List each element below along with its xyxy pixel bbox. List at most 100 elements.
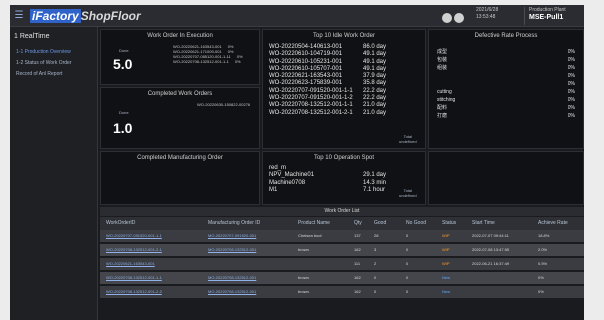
table-row[interactable]: WO-20220708-132512-001-2-1 MO-20220708-13… [100,244,584,258]
cell-product-name: Chelsea boot [298,233,322,238]
cell-achieve-rate: 0% [538,289,544,294]
sidebar-item-status-of-work-order[interactable]: 1-2 Status of Work Order [16,60,71,66]
cell-no-good: 0 [406,247,409,252]
cell-work-order-id[interactable]: WO-20220708-132512-001-2-1 [106,244,162,256]
cell-status: WIP [442,261,450,266]
list-item: 成型 0% [437,49,575,55]
list-item[interactable]: WO-20220707-091520-001-1-2 22.2 day [269,95,386,102]
org-selector[interactable]: Production Plant MSE-Pull1 [524,7,580,25]
done-value: 5.0 [113,56,133,72]
cell-status: WIP [442,233,450,238]
cell-start-time: 2022-07-07 09:44:11 [472,233,509,238]
org-name: MSE-Pull1 [529,14,564,21]
panel-title: Top 10 Idle Work Order [313,33,375,39]
cell-qty: 162 [354,289,361,294]
list-item[interactable]: WO-20220707-091520-001-1-1 22.2 day [269,88,386,95]
panel-title: Top 10 Operation Spot [313,155,375,161]
column-header[interactable]: Status [442,217,456,230]
table-header: WorkOrderID Manufacturing Order ID Produ… [100,217,584,230]
top-bar: ☰ iFactory ShopFloor 2021/6/28 13:53:48 P… [10,5,584,27]
datetime-block: 2021/6/28 13:53:48 [476,7,516,25]
column-header[interactable]: Achieve Rate [538,217,568,230]
hamburger-menu-icon[interactable]: ☰ [14,10,24,22]
time-text: 13:53:48 [476,14,496,20]
cell-manufacturing-order-id[interactable]: MO-20220708-132512-001 [208,272,256,284]
list-item: 组装 0% [437,65,575,71]
defective-rate-process-panel: Defective Rate Process 成型 0% 包装 0% 组装 0% 0%… [428,29,584,149]
list-item[interactable]: WO-20220708-132512-001-1-1 21.0 day [269,102,386,109]
cell-no-good: 0 [406,261,409,266]
list-item[interactable]: WO-20220621-163543-001 37.9 day [269,73,386,80]
list-item: cutting 0% [437,89,575,95]
cell-product-name: brown [298,247,309,252]
cell-achieve-rate: 18.8% [538,233,550,238]
cell-manufacturing-order-id[interactable]: MO-20220708-132512-001 [208,244,256,256]
table-row[interactable]: WO-20220621-163543-001 111 2 0 WIP 2022-06-21… [100,258,584,272]
brand-rest: ShopFloor [80,9,141,23]
list-item[interactable]: WO-20220504-140613-001 86.0 day [269,44,386,51]
cell-status: New [442,289,451,294]
list-item[interactable]: NPV_Machine01 29.1 day [269,172,386,179]
cell-no-good: 0 [406,233,409,238]
completed-work-orders-panel: Completed Work Orders Done 1.0 WO-202206… [100,87,260,149]
list-item: 配料 0% [437,105,575,111]
column-header[interactable]: Manufacturing Order ID [208,217,260,230]
column-header[interactable]: Start Time [472,217,495,230]
defective-list: 成型 0% 包装 0% 组装 0% 0% 0% cutting 0% stitching… [437,48,577,120]
table-row[interactable]: WO-20220707-091520-001-1-1 MO-20220707-09… [100,230,584,244]
column-header[interactable]: Good [374,217,386,230]
cell-manufacturing-order-id[interactable]: MO-20220707-091520-001 [208,230,256,242]
list-item[interactable]: Machine0708 14.3 min [269,180,386,187]
done-label: Done [119,48,129,53]
column-header[interactable]: Product Name [298,217,330,230]
work-order-table: WorkOrderID Manufacturing Order ID Produ… [100,217,584,300]
cell-achieve-rate: 0.5% [538,261,548,266]
app-screen: ☰ iFactory ShopFloor 2021/6/28 13:53:48 P… [10,5,584,320]
list-item[interactable]: WO-20220610-104719-001 49.1 day [269,51,386,58]
settings-icon[interactable] [442,13,452,23]
cell-good: 28 [374,233,379,238]
panel-title: Completed Work Orders [147,91,213,97]
cell-qty: 137 [354,233,361,238]
sidebar-item-production-overview[interactable]: 1-1 Production Overview [16,49,71,55]
cell-status: New [442,275,451,280]
execution-list: WO-20220621-163543-001 0% WO-20220621-171… [173,44,243,64]
table-row[interactable]: WO-20220708-132512-001-1-1 MO-20220708-13… [100,272,584,286]
cell-work-order-id[interactable]: WO-20220621-163543-001 [106,258,155,270]
cell-work-order-id[interactable]: WO-20220707-091520-001-1-1 [106,230,162,242]
list-item[interactable]: WO-20220610-105231-001 49.1 day [269,59,386,66]
completed-list: WO-20220630-150822-00276 [197,102,250,107]
sidebar-item-record-of-anl-report[interactable]: Record of Anl Report [16,71,62,77]
column-header[interactable]: No Good [406,217,426,230]
cell-good: 0 [374,275,377,280]
total-label: Total undefined [399,188,417,198]
done-label: Done [119,110,129,115]
panel-title: Completed Manufacturing Order [137,155,223,161]
table-row[interactable]: WO-20220708-132512-001-2-2 MO-20220708-13… [100,286,584,300]
panel-title: Work Order In Execution [147,33,213,39]
cell-work-order-id[interactable]: WO-20220708-132512-001-2-2 [106,286,162,298]
column-header[interactable]: Qty [354,217,362,230]
list-item[interactable]: WO-20220630-150822-00276 [197,102,250,107]
cell-good: 0 [374,289,377,294]
cell-manufacturing-order-id[interactable]: MO-20220708-132512-001 [208,286,256,298]
list-item[interactable]: WO-20220623-175839-001 35.8 day [269,80,386,87]
help-icon[interactable] [454,13,464,23]
cell-work-order-id[interactable]: WO-20220708-132512-001-1-1 [106,272,162,284]
list-item[interactable]: M1 7.1 hour [269,187,385,194]
sidebar-title[interactable]: 1 RealTime [14,33,50,40]
list-item[interactable]: red_m [269,165,314,172]
top10-operation-spot-panel: Top 10 Operation Spot red_m NPV_Machine0… [262,151,426,205]
column-header[interactable]: WorkOrderID [106,217,135,230]
cell-no-good: 0 [406,289,409,294]
list-item[interactable]: WO-20220610-105707-001 49.1 day [269,66,386,73]
cell-product-name: brown [298,289,309,294]
top10-idle-work-order-panel: Top 10 Idle Work Order WO-20220504-14061… [262,29,426,149]
idle-list: WO-20220504-140613-001 86.0 day WO-202206… [269,44,386,117]
list-item: 0% [567,73,575,79]
list-item[interactable]: WO-20220708-132512-001-1-1 0% [173,59,243,64]
list-item: 打磨 0% [437,113,575,119]
list-item[interactable]: WO-20220708-132512-001-2-1 21.0 day [269,110,386,117]
cell-start-time: 2022-06-21 16:37:49 [472,261,510,266]
total-label: Total undefined [399,134,417,144]
